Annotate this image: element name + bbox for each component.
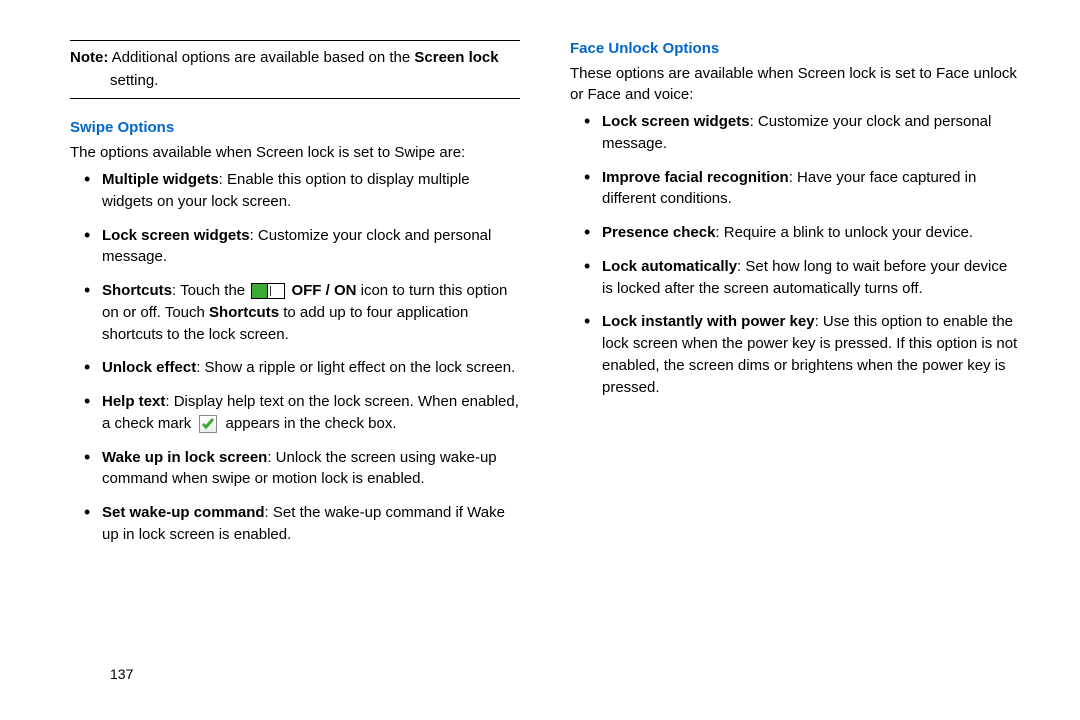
note-section: Note: Additional options are available b… — [70, 40, 520, 99]
item-term: Help text — [102, 393, 165, 410]
item-term: Lock instantly with power key — [602, 313, 815, 330]
swipe-heading: Swipe Options — [70, 119, 520, 136]
item-desc: : Show a ripple or light effect on the l… — [196, 359, 515, 376]
item-bold-inner: Shortcuts — [209, 304, 279, 321]
note-label: Note: — [70, 49, 108, 66]
list-item: Lock screen widgets: Customize your cloc… — [84, 225, 520, 269]
list-item: Unlock effect: Show a ripple or light ef… — [84, 357, 520, 379]
list-item: Lock instantly with power key: Use this … — [584, 311, 1020, 398]
item-term: Shortcuts — [102, 282, 172, 299]
item-term: Set wake-up command — [102, 504, 265, 521]
list-item: Multiple widgets: Enable this option to … — [84, 169, 520, 213]
list-item: Lock automatically: Set how long to wait… — [584, 256, 1020, 300]
item-desc-after: appears in the check box. — [221, 415, 396, 432]
face-heading: Face Unlock Options — [570, 40, 1020, 57]
face-intro: These options are available when Screen … — [570, 63, 1020, 105]
list-item: Help text: Display help text on the lock… — [84, 391, 520, 435]
list-item: Presence check: Require a blink to unloc… — [584, 222, 1020, 244]
toggle-label: OFF / ON — [291, 282, 356, 299]
item-term: Lock screen widgets — [602, 113, 750, 130]
right-column: Face Unlock Options These options are av… — [570, 40, 1020, 690]
item-term: Multiple widgets — [102, 171, 219, 188]
list-item: Improve facial recognition: Have your fa… — [584, 167, 1020, 211]
item-term: Lock screen widgets — [102, 227, 250, 244]
list-item: Set wake-up command: Set the wake-up com… — [84, 502, 520, 546]
item-desc: : Require a blink to unlock your device. — [715, 224, 973, 241]
list-item: Wake up in lock screen: Unlock the scree… — [84, 447, 520, 491]
item-term: Lock automatically — [602, 258, 737, 275]
list-item: Shortcuts: Touch the OFF / ON icon to tu… — [84, 280, 520, 345]
checkmark-icon — [199, 415, 217, 433]
face-list: Lock screen widgets: Customize your cloc… — [570, 111, 1020, 398]
list-item: Lock screen widgets: Customize your cloc… — [584, 111, 1020, 155]
item-term: Improve facial recognition — [602, 169, 789, 186]
item-term: Unlock effect — [102, 359, 196, 376]
swipe-list: Multiple widgets: Enable this option to … — [70, 169, 520, 546]
left-column: Note: Additional options are available b… — [70, 40, 520, 690]
item-term: Wake up in lock screen — [102, 449, 267, 466]
toggle-icon — [251, 283, 285, 299]
page-number: 137 — [110, 666, 133, 682]
note-text-after: setting. — [110, 72, 158, 89]
note-text-before: Additional options are available based o… — [112, 49, 415, 66]
swipe-intro: The options available when Screen lock i… — [70, 142, 520, 163]
item-desc: : Touch the — [172, 282, 249, 299]
item-term: Presence check — [602, 224, 715, 241]
note-bold-term: Screen lock — [414, 49, 498, 66]
